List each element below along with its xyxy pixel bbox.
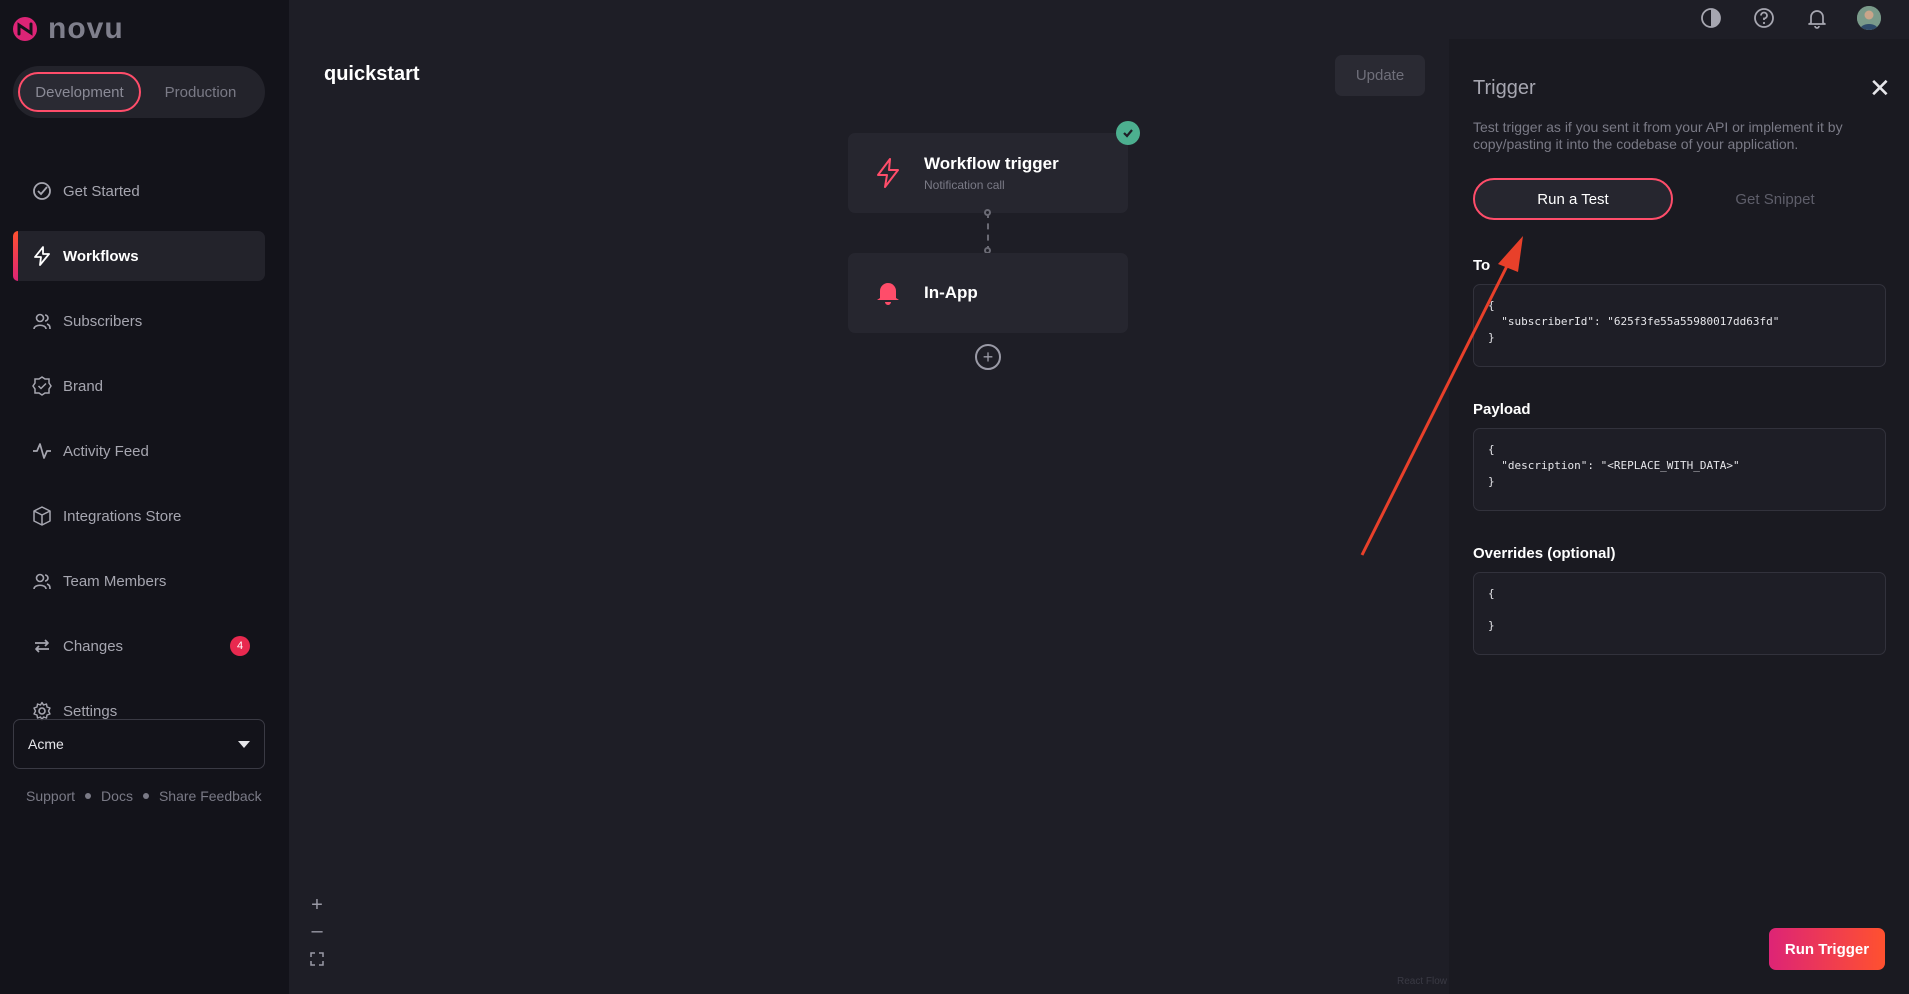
environment-switch: Development Production — [13, 66, 265, 118]
separator-dot — [142, 793, 149, 799]
sidebar-nav: Get Started Workflows Subscribers Brand … — [13, 166, 265, 751]
annotation-arrow — [1360, 236, 1523, 556]
brand-name: novu — [48, 12, 124, 45]
sidebar-item-label: Workflows — [63, 247, 139, 265]
team-icon — [31, 570, 53, 592]
node-title: Workflow trigger — [924, 154, 1059, 173]
in-app-node[interactable]: In-App — [848, 253, 1128, 333]
connector-handle[interactable] — [984, 209, 991, 216]
sidebar-item-label: Team Members — [63, 572, 167, 590]
sidebar-footer-links: Support Docs Share Feedback — [26, 788, 262, 804]
react-flow-attribution[interactable]: React Flow — [1397, 976, 1447, 987]
node-title: In-App — [924, 283, 978, 302]
user-avatar[interactable] — [1857, 6, 1881, 30]
sidebar-item-label: Integrations Store — [63, 507, 182, 525]
users-icon — [31, 310, 53, 332]
panel-description: Test trigger as if you sent it from your… — [1473, 119, 1843, 152]
sidebar-item-get-started[interactable]: Get Started — [13, 166, 265, 216]
share-feedback-link[interactable]: Share Feedback — [159, 788, 262, 804]
sidebar-item-team-members[interactable]: Team Members — [13, 556, 265, 606]
changes-count-badge: 4 — [230, 636, 250, 656]
zoom-out-icon[interactable]: – — [308, 920, 326, 942]
check-icon — [1116, 121, 1140, 145]
page-title: quickstart — [324, 63, 420, 85]
sidebar-item-label: Changes — [63, 637, 124, 655]
activity-icon — [31, 440, 53, 462]
bell-icon — [872, 277, 904, 309]
trigger-tabs: Run a Test Get Snippet — [1473, 178, 1893, 226]
env-development-button[interactable]: Development — [18, 72, 141, 112]
organization-select[interactable]: Acme — [13, 719, 265, 769]
sidebar-item-label: Activity Feed — [63, 442, 149, 460]
docs-link[interactable]: Docs — [101, 788, 133, 804]
help-icon[interactable] — [1752, 6, 1776, 30]
sidebar-item-changes[interactable]: Changes 4 — [13, 621, 265, 671]
check-circle-icon — [31, 180, 53, 202]
bolt-icon — [872, 157, 904, 189]
env-production-button[interactable]: Production — [141, 72, 260, 112]
sidebar-item-integrations-store[interactable]: Integrations Store — [13, 491, 265, 541]
sidebar-item-subscribers[interactable]: Subscribers — [13, 296, 265, 346]
panel-title: Trigger — [1473, 77, 1536, 99]
novu-logo-icon — [13, 17, 37, 41]
theme-toggle-icon[interactable] — [1699, 6, 1723, 30]
update-button[interactable]: Update — [1335, 55, 1425, 96]
sidebar-item-activity-feed[interactable]: Activity Feed — [13, 426, 265, 476]
zoom-in-icon[interactable]: + — [308, 894, 326, 916]
brand-badge-icon — [31, 375, 53, 397]
sync-icon — [31, 635, 53, 657]
box-icon — [31, 505, 53, 527]
support-link[interactable]: Support — [26, 788, 75, 804]
organization-name: Acme — [28, 736, 64, 752]
plus-icon: + — [982, 347, 994, 367]
node-subtitle: Notification call — [924, 178, 1005, 192]
sidebar: novu Development Production Get Started … — [0, 0, 289, 994]
workflow-trigger-node[interactable]: Workflow trigger Notification call — [848, 133, 1128, 213]
sidebar-item-label: Settings — [63, 702, 118, 720]
run-trigger-button[interactable]: Run Trigger — [1769, 928, 1885, 970]
add-step-button[interactable]: + — [975, 344, 1001, 370]
sidebar-item-label: Get Started — [63, 182, 140, 200]
sidebar-item-workflows[interactable]: Workflows — [13, 231, 265, 281]
separator-dot — [85, 793, 92, 799]
node-connector — [987, 212, 989, 252]
bolt-icon — [31, 245, 53, 267]
overrides-editor[interactable]: { } — [1473, 572, 1886, 655]
chevron-down-icon — [238, 740, 250, 748]
tab-get-snippet[interactable]: Get Snippet — [1675, 178, 1875, 220]
tab-run-a-test[interactable]: Run a Test — [1473, 178, 1673, 220]
sidebar-item-label: Subscribers — [63, 312, 143, 330]
novu-logo[interactable]: novu — [12, 12, 124, 46]
notifications-bell-icon[interactable] — [1805, 6, 1829, 30]
sidebar-item-label: Brand — [63, 377, 104, 395]
sidebar-item-brand[interactable]: Brand — [13, 361, 265, 411]
fit-view-icon[interactable] — [308, 950, 326, 968]
close-icon[interactable]: ✕ — [1869, 75, 1891, 101]
